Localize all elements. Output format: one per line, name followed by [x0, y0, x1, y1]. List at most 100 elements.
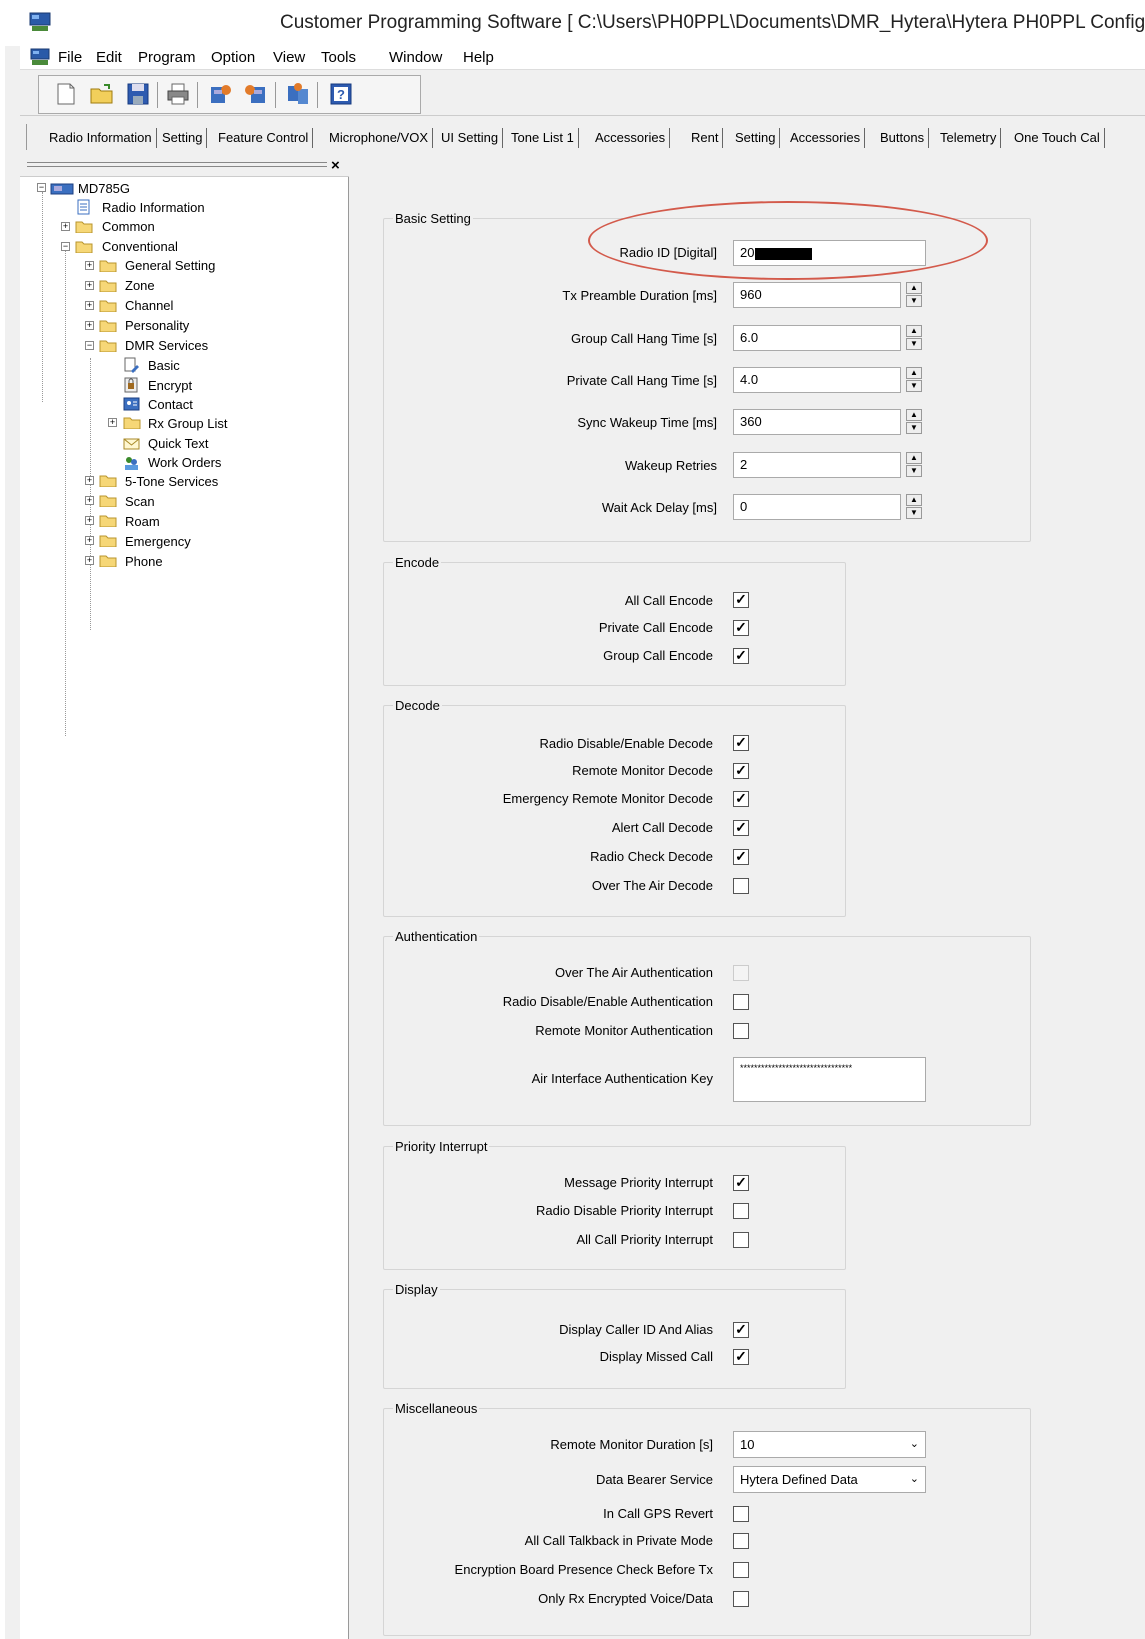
group-call-encode-checkbox[interactable]: ✓ [733, 648, 749, 664]
emergency-remote-monitor-decode-checkbox[interactable]: ✓ [733, 791, 749, 807]
radio-disable-authentication-checkbox[interactable] [733, 994, 749, 1010]
remote-monitor-decode-checkbox[interactable]: ✓ [733, 763, 749, 779]
sync-wakeup-input[interactable]: 360 [733, 409, 901, 435]
tab-microphone-vox[interactable]: Microphone/VOX [325, 128, 433, 148]
tree-item-basic[interactable]: Basic [148, 357, 180, 375]
tree-item-conventional[interactable]: Conventional [102, 238, 178, 256]
expand-toggle-icon[interactable]: + [85, 516, 94, 525]
ota-authentication-checkbox[interactable] [733, 965, 749, 981]
tab-setting-2[interactable]: Setting [731, 128, 781, 148]
tree-root-md785g[interactable]: MD785G [78, 180, 130, 198]
expand-toggle-icon[interactable]: + [108, 418, 117, 427]
read-radio-icon[interactable] [207, 81, 233, 107]
group-call-hang-spinner[interactable]: ▲ ▼ [906, 325, 922, 351]
menu-edit[interactable]: Edit [96, 49, 122, 66]
menu-view[interactable]: View [273, 49, 305, 66]
tree-item-work-orders[interactable]: Work Orders [148, 454, 221, 472]
remote-monitor-authentication-checkbox[interactable] [733, 1023, 749, 1039]
tree-item-scan[interactable]: Scan [125, 493, 155, 511]
print-icon[interactable] [165, 81, 191, 107]
wakeup-retries-spinner[interactable]: ▲ ▼ [906, 452, 922, 478]
tree-item-common[interactable]: Common [102, 218, 155, 236]
expand-toggle-icon[interactable]: + [85, 536, 94, 545]
tab-radio-information[interactable]: Radio Information [45, 128, 157, 148]
close-icon[interactable]: × [331, 157, 340, 174]
over-the-air-decode-checkbox[interactable] [733, 878, 749, 894]
tree-item-general-setting[interactable]: General Setting [125, 257, 215, 275]
help-icon[interactable]: ? [328, 81, 354, 107]
tx-preamble-input[interactable]: 960 [733, 282, 901, 308]
remote-monitor-duration-select[interactable]: 10 ⌄ [733, 1431, 926, 1458]
sync-wakeup-spinner[interactable]: ▲ ▼ [906, 409, 922, 435]
write-radio-icon[interactable] [243, 81, 269, 107]
alert-call-decode-checkbox[interactable]: ✓ [733, 820, 749, 836]
private-call-encode-checkbox[interactable]: ✓ [733, 620, 749, 636]
tree-item-phone[interactable]: Phone [125, 553, 163, 571]
in-call-gps-revert-checkbox[interactable] [733, 1506, 749, 1522]
expand-toggle-icon[interactable]: + [61, 222, 70, 231]
group-call-hang-input[interactable]: 6.0 [733, 325, 901, 351]
tree-item-quick-text[interactable]: Quick Text [148, 435, 208, 453]
tree-item-emergency[interactable]: Emergency [125, 533, 191, 551]
tab-accessories[interactable]: Accessories [591, 128, 671, 148]
expand-toggle-icon[interactable]: + [85, 261, 94, 270]
tab-telemetry[interactable]: Telemetry [936, 128, 1002, 148]
all-call-talkback-checkbox[interactable] [733, 1533, 749, 1549]
clone-radio-icon[interactable] [285, 81, 311, 107]
open-folder-icon[interactable] [89, 81, 115, 107]
encryption-board-check-checkbox[interactable] [733, 1562, 749, 1578]
tab-feature-control[interactable]: Feature Control [214, 128, 314, 148]
title-bar[interactable]: Customer Programming Software [ C:\Users… [5, 0, 1145, 46]
tree-item-5-tone-services[interactable]: 5-Tone Services [125, 473, 218, 491]
tab-setting[interactable]: Setting [158, 128, 208, 148]
tab-one-touch-call[interactable]: One Touch Cal [1010, 128, 1105, 148]
tab-bar-grip[interactable] [26, 124, 28, 150]
new-file-icon[interactable] [53, 81, 79, 107]
expand-toggle-icon[interactable]: + [85, 556, 94, 565]
tree-item-contact[interactable]: Contact [148, 396, 193, 414]
menu-program[interactable]: Program [138, 49, 196, 66]
save-icon[interactable] [125, 81, 151, 107]
expand-toggle-icon[interactable]: + [85, 321, 94, 330]
tree-panel-grip[interactable] [27, 162, 327, 167]
tree-item-roam[interactable]: Roam [125, 513, 160, 531]
auth-key-input[interactable]: ******************************** [733, 1057, 926, 1102]
tree-item-radio-information[interactable]: Radio Information [102, 199, 205, 217]
private-call-hang-spinner[interactable]: ▲ ▼ [906, 367, 922, 393]
private-call-hang-input[interactable]: 4.0 [733, 367, 901, 393]
expand-toggle-icon[interactable]: + [85, 476, 94, 485]
wakeup-retries-input[interactable]: 2 [733, 452, 901, 478]
only-rx-encrypted-checkbox[interactable] [733, 1591, 749, 1607]
tree-item-rx-group-list[interactable]: Rx Group List [148, 415, 227, 433]
data-bearer-service-select[interactable]: Hytera Defined Data ⌄ [733, 1466, 926, 1493]
menu-option[interactable]: Option [211, 49, 255, 66]
display-caller-id-checkbox[interactable]: ✓ [733, 1322, 749, 1338]
app-menu-icon[interactable] [30, 48, 50, 66]
radio-check-decode-checkbox[interactable]: ✓ [733, 849, 749, 865]
menu-tools[interactable]: Tools [321, 49, 356, 66]
all-call-priority-interrupt-checkbox[interactable] [733, 1232, 749, 1248]
collapse-toggle-icon[interactable]: − [61, 242, 70, 251]
wait-ack-delay-spinner[interactable]: ▲ ▼ [906, 494, 922, 520]
collapse-toggle-icon[interactable]: − [37, 183, 46, 192]
tx-preamble-spinner[interactable]: ▲ ▼ [906, 282, 922, 308]
expand-toggle-icon[interactable]: + [85, 281, 94, 290]
tree-item-channel[interactable]: Channel [125, 297, 173, 315]
menu-window[interactable]: Window [389, 49, 442, 66]
tab-rent[interactable]: Rent [687, 128, 724, 148]
radio-disable-priority-interrupt-checkbox[interactable] [733, 1203, 749, 1219]
tree-item-personality[interactable]: Personality [125, 317, 189, 335]
menu-help[interactable]: Help [463, 49, 494, 66]
expand-toggle-icon[interactable]: + [85, 301, 94, 310]
expand-toggle-icon[interactable]: + [85, 496, 94, 505]
display-missed-call-checkbox[interactable]: ✓ [733, 1349, 749, 1365]
tab-ui-setting[interactable]: UI Setting [437, 128, 504, 148]
tab-tone-list-1[interactable]: Tone List 1 [507, 128, 579, 148]
menu-file[interactable]: File [58, 49, 82, 66]
tab-accessories-2[interactable]: Accessories [786, 128, 866, 148]
wait-ack-delay-input[interactable]: 0 [733, 494, 901, 520]
collapse-toggle-icon[interactable]: − [85, 341, 94, 350]
tree-item-zone[interactable]: Zone [125, 277, 155, 295]
message-priority-interrupt-checkbox[interactable]: ✓ [733, 1175, 749, 1191]
tree-item-encrypt[interactable]: Encrypt [148, 377, 192, 395]
